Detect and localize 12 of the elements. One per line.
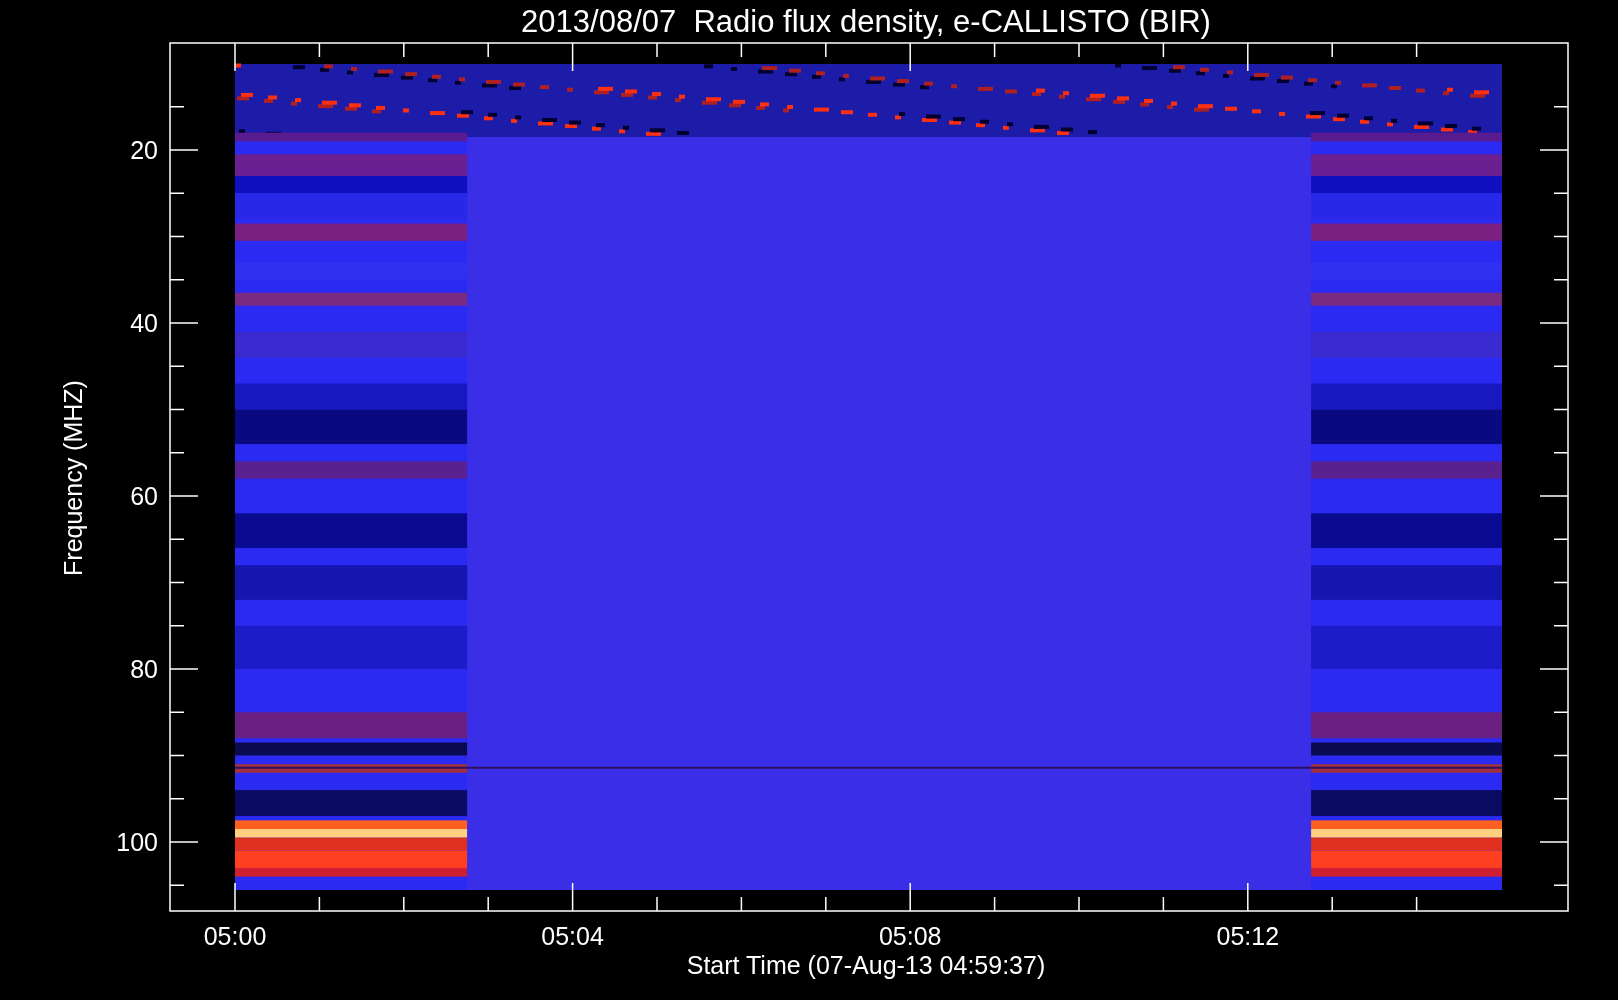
y-tick-label: 60	[130, 482, 158, 510]
chart-title: 2013/08/07 Radio flux density, e-CALLISTO (BIR)	[521, 4, 1211, 39]
y-tick-label: 100	[116, 828, 158, 856]
y-tick-label: 40	[130, 309, 158, 337]
x-tick-label: 05:00	[203, 922, 267, 950]
x-tick-label: 05:08	[878, 922, 942, 950]
y-tick-label: 20	[130, 136, 158, 164]
y-axis-label: Frequency (MHZ)	[59, 380, 87, 576]
x-tick-label: 05:04	[541, 922, 604, 950]
x-tick-label: 05:12	[1216, 922, 1280, 950]
y-tick-label: 80	[130, 655, 158, 683]
x-axis-label: Start Time (07-Aug-13 04:59:37)	[686, 951, 1046, 979]
